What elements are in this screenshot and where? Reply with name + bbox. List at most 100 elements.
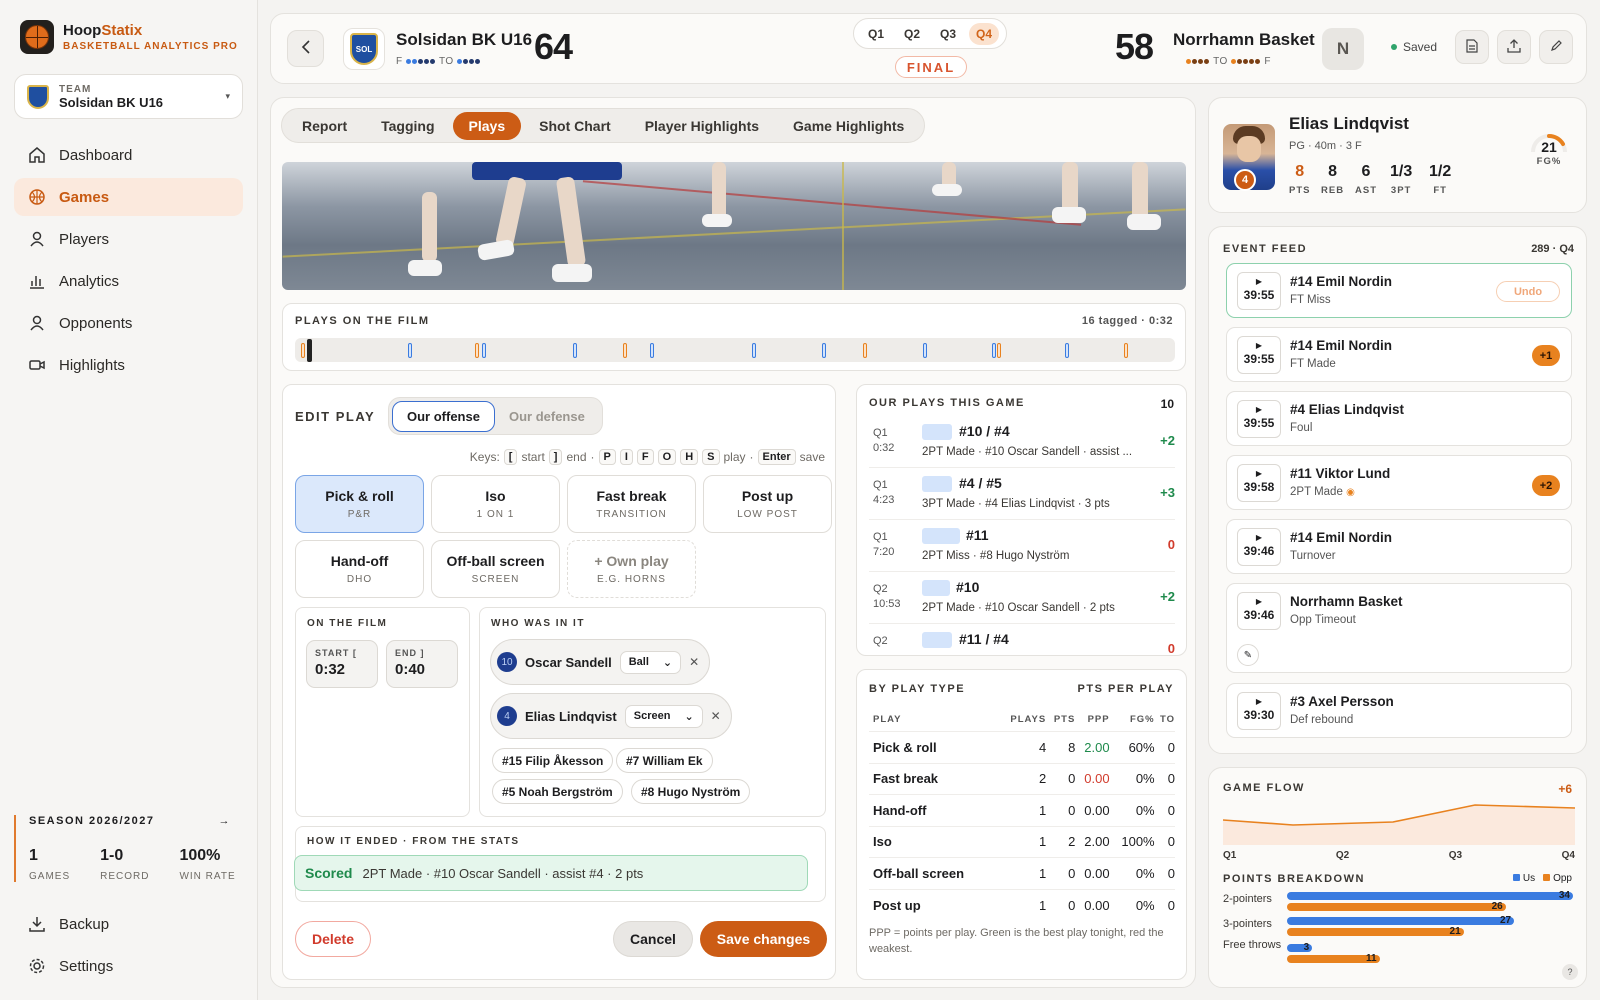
event-row[interactable]: ▶ 39:46 Norrhamn Basket Opp Timeout ✎	[1226, 583, 1572, 673]
play-marker[interactable]	[752, 343, 756, 358]
play-marker[interactable]	[1065, 343, 1069, 358]
video-player[interactable]	[282, 162, 1186, 290]
play-type-hand-off[interactable]: Hand-off DHO	[295, 540, 424, 598]
undo-button[interactable]: Undo	[1496, 281, 1560, 302]
cancel-button[interactable]: Cancel	[613, 921, 693, 957]
remove-player-icon[interactable]: ✕	[689, 655, 699, 669]
nav-settings[interactable]: Settings	[14, 947, 243, 985]
quarter-tab-q3[interactable]: Q3	[933, 23, 963, 45]
save-changes-button[interactable]: Save changes	[700, 921, 827, 957]
arrow-right-icon[interactable]: →	[219, 815, 232, 827]
help-icon[interactable]: ?	[1562, 964, 1578, 980]
tab-report[interactable]: Report	[286, 112, 363, 140]
play-marker[interactable]	[923, 343, 927, 358]
play-marker[interactable]	[475, 343, 479, 358]
role-select[interactable]: Ball ⌄	[619, 650, 682, 674]
main-nav: Dashboard Games Players Analytics Oppone…	[14, 136, 243, 388]
play-clip-button[interactable]: ▶ 39:55	[1237, 400, 1281, 438]
event-subtitle: FT Made	[1290, 358, 1336, 370]
report-button[interactable]	[1455, 30, 1489, 64]
play-type-iso[interactable]: Iso 1 ON 1	[431, 475, 560, 533]
play-clip-button[interactable]: ▶ 39:58	[1237, 464, 1281, 502]
play-clip-button[interactable]: ▶ 39:46	[1237, 592, 1281, 630]
play-marker[interactable]	[863, 343, 867, 358]
play-type-pick-and-roll[interactable]: Pick & roll P&R	[295, 475, 424, 533]
playhead-handle[interactable]	[307, 339, 312, 362]
basketball-icon	[28, 188, 46, 206]
play-marker[interactable]	[822, 343, 826, 358]
nav-highlights[interactable]: Highlights	[14, 346, 243, 384]
tab-shot-chart[interactable]: Shot Chart	[523, 112, 627, 140]
add-own-play-button[interactable]: + Own play E.G. HORNS	[567, 540, 696, 598]
axis-tick: Q2	[1335, 850, 1350, 861]
role-select[interactable]: Screen ⌄	[624, 704, 703, 728]
back-button[interactable]	[287, 30, 324, 67]
category-label: 2-pointers	[1223, 893, 1272, 905]
play-marker[interactable]	[482, 343, 486, 358]
share-button[interactable]	[1497, 30, 1531, 64]
quarter-tab-q2[interactable]: Q2	[897, 23, 927, 45]
play-row[interactable]: Q1 0:32 #10 / #4 2PT Made · #10 Oscar San…	[869, 418, 1175, 468]
event-row[interactable]: ▶ 39:55 #4 Elias Lindqvist Foul	[1226, 391, 1572, 446]
app-logo[interactable]: HoopStatix BASKETBALL ANALYTICS PRO	[20, 20, 238, 54]
play-time: Q2	[873, 635, 888, 647]
remove-player-icon[interactable]: ✕	[711, 709, 721, 723]
play-row[interactable]: Q2 10:53 #10 2PT Made · #10 Oscar Sandell…	[869, 574, 1175, 624]
tab-game-highlights[interactable]: Game Highlights	[777, 112, 920, 140]
play-marker[interactable]	[997, 343, 1001, 358]
play-row[interactable]: Q1 7:20 #11 2PT Miss · #8 Hugo Nyström 0	[869, 522, 1175, 572]
outcome-title: HOW IT ENDED · FROM THE STATS	[307, 836, 520, 847]
play-clip-button[interactable]: ▶ 39:55	[1237, 272, 1281, 310]
nav-opponents[interactable]: Opponents	[14, 304, 243, 342]
event-row[interactable]: ▶ 39:55 #14 Emil Nordin FT Miss Undo	[1226, 263, 1572, 318]
play-marker[interactable]	[301, 343, 305, 358]
play-clip-button[interactable]: ▶ 39:30	[1237, 692, 1281, 730]
edit-game-button[interactable]	[1539, 30, 1573, 64]
upload-icon	[1507, 38, 1521, 56]
play-type-post-up[interactable]: Post up LOW POST	[703, 475, 832, 533]
our-offense-option[interactable]: Our offense	[392, 400, 495, 432]
delete-button[interactable]: Delete	[295, 921, 371, 957]
play-row[interactable]: Q2 #11 / #4 0	[869, 626, 1175, 655]
pencil-icon[interactable]: ✎	[1237, 644, 1259, 666]
event-row[interactable]: ▶ 39:30 #3 Axel Persson Def rebound	[1226, 683, 1572, 738]
play-marker[interactable]	[408, 343, 412, 358]
play-marker[interactable]	[573, 343, 577, 358]
edit-play-title: EDIT PLAY	[295, 409, 376, 424]
play-clip-button[interactable]: ▶ 39:55	[1237, 336, 1281, 374]
add-player-chip[interactable]: #15 Filip Åkesson	[492, 748, 614, 773]
nav-backup[interactable]: Backup	[14, 905, 243, 943]
play-marker[interactable]	[650, 343, 654, 358]
play-type-subtitle: PTS PER PLAY	[1077, 683, 1174, 695]
play-type-off-ball-screen[interactable]: Off-ball screen SCREEN	[431, 540, 560, 598]
chevron-down-icon: ⌄	[684, 710, 694, 723]
player-card[interactable]: 4 Elias Lindqvist PG · 40m · 3 F 8 PTS 8R…	[1208, 97, 1587, 213]
add-player-chip[interactable]: #8 Hugo Nyström	[631, 779, 751, 804]
tab-player-highlights[interactable]: Player Highlights	[629, 112, 775, 140]
nav-dashboard[interactable]: Dashboard	[14, 136, 243, 174]
play-marker[interactable]	[1124, 343, 1128, 358]
end-time-field[interactable]: END ] 0:40	[386, 640, 458, 688]
tab-tagging[interactable]: Tagging	[365, 112, 450, 140]
nav-players[interactable]: Players	[14, 220, 243, 258]
add-player-chip[interactable]: #5 Noah Bergström	[492, 779, 623, 804]
quarter-tab-q4[interactable]: Q4	[968, 22, 999, 45]
our-defense-option[interactable]: Our defense	[495, 402, 599, 431]
nav-games[interactable]: Games	[14, 178, 243, 216]
nav-analytics[interactable]: Analytics	[14, 262, 243, 300]
add-player-chip[interactable]: #7 William Ek	[616, 748, 713, 773]
event-row[interactable]: ▶ 39:58 #11 Viktor Lund 2PT Made ◉ +2	[1226, 455, 1572, 510]
play-icon: ▶	[1255, 597, 1263, 606]
play-clip-button[interactable]: ▶ 39:46	[1237, 528, 1281, 566]
play-row[interactable]: Q1 4:23 #4 / #5 3PT Made · #4 Elias Lindq…	[869, 470, 1175, 520]
play-type-fast-break[interactable]: Fast break TRANSITION	[567, 475, 696, 533]
timeline-track[interactable]	[295, 338, 1175, 362]
event-row[interactable]: ▶ 39:55 #14 Emil Nordin FT Made +1	[1226, 327, 1572, 382]
event-row[interactable]: ▶ 39:46 #14 Emil Nordin Turnover	[1226, 519, 1572, 574]
tab-plays[interactable]: Plays	[452, 111, 522, 140]
quarter-tab-q1[interactable]: Q1	[861, 23, 891, 45]
team-selector[interactable]: TEAM Solsidan BK U16 ▾	[14, 74, 243, 119]
play-marker[interactable]	[623, 343, 627, 358]
play-marker[interactable]	[992, 343, 996, 358]
start-time-field[interactable]: START [0:32	[306, 640, 378, 688]
